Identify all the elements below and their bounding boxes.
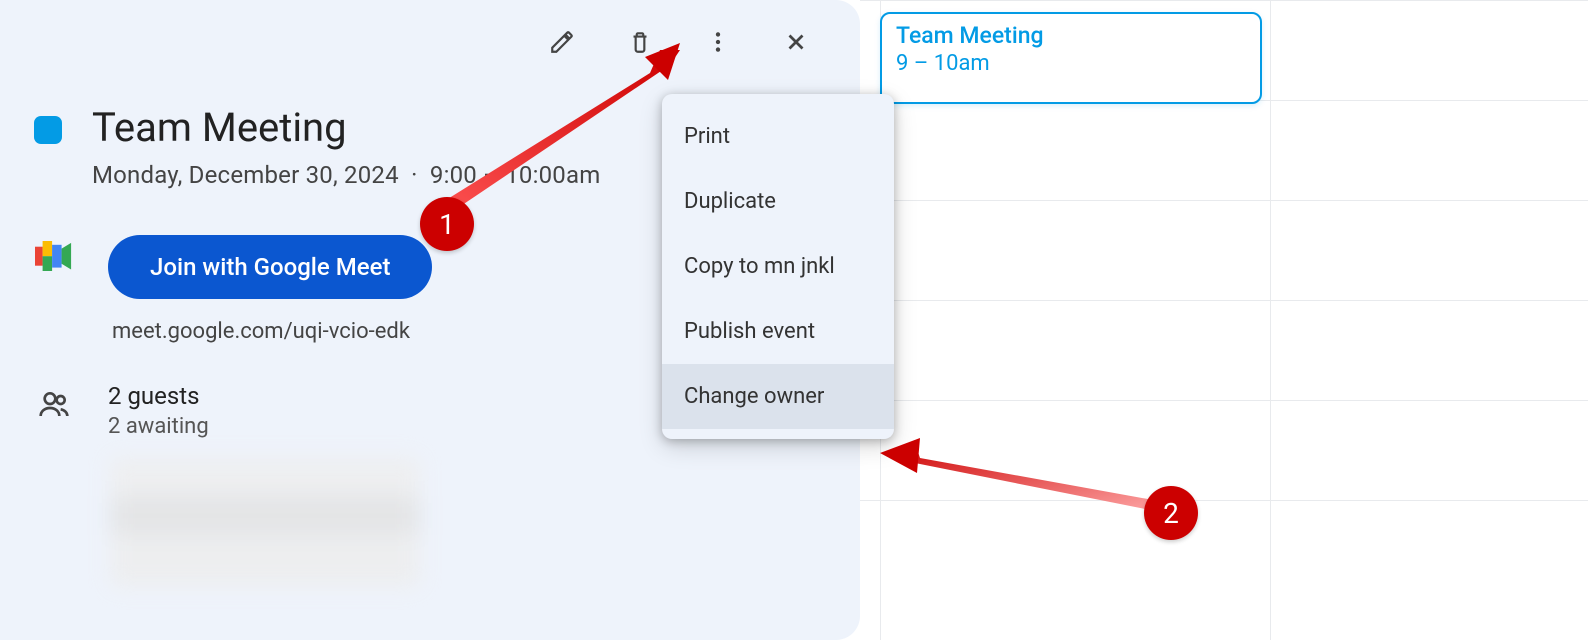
google-meet-icon [35,241,73,273]
event-color-chip [34,116,62,144]
guests-count: 2 guests [108,382,420,410]
calendar-event-title: Team Meeting [896,22,1246,49]
delete-icon[interactable] [618,20,662,64]
calendar-event-block[interactable]: Team Meeting 9 – 10am [880,12,1262,104]
join-meet-button[interactable]: Join with Google Meet [108,235,432,299]
menu-item-print[interactable]: Print [662,104,894,169]
menu-item-copy[interactable]: Copy to mn jnkl [662,234,894,299]
event-datetime: Monday, December 30, 2024 · 9:00 – 10:00… [92,161,601,189]
menu-item-change-owner[interactable]: Change owner [662,364,894,429]
event-title: Team Meeting [92,104,601,151]
more-options-icon[interactable] [696,20,740,64]
guest-list-blurred [110,457,420,587]
calendar-event-time: 9 – 10am [896,51,1246,76]
annotation-badge-2: 2 [1144,486,1198,540]
edit-icon[interactable] [540,20,584,64]
meet-link[interactable]: meet.google.com/uqi-vcio-edk [112,319,432,344]
close-icon[interactable] [774,20,818,64]
options-dropdown: Print Duplicate Copy to mn jnkl Publish … [662,94,894,439]
people-icon [38,388,70,424]
event-toolbar [0,20,860,64]
annotation-badge-1: 1 [420,197,474,251]
guests-status: 2 awaiting [108,414,420,439]
menu-item-publish[interactable]: Publish event [662,299,894,364]
menu-item-duplicate[interactable]: Duplicate [662,169,894,234]
